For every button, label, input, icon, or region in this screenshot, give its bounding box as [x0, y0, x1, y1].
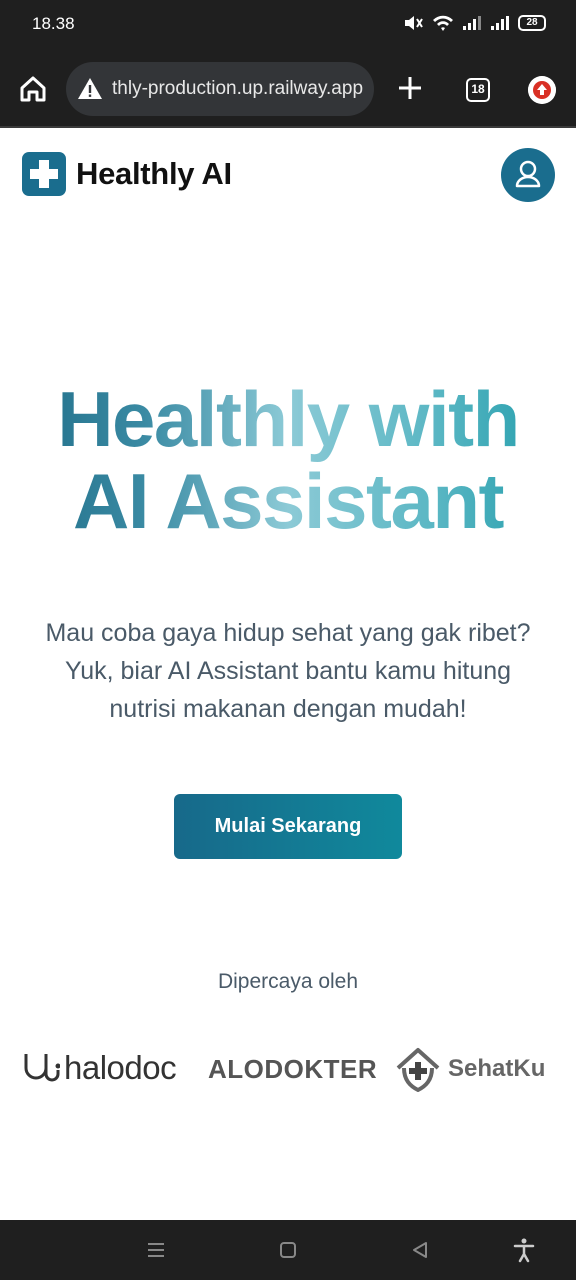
plus-icon[interactable] [394, 72, 426, 104]
update-icon[interactable] [528, 76, 556, 104]
logo[interactable] [22, 152, 66, 196]
hero-subtitle: Mau coba gaya hidup sehat yang gak ribet… [45, 619, 531, 723]
partner-sehatku: SehatKu [394, 1046, 545, 1092]
house-cross-icon [396, 1048, 440, 1092]
trusted-label: Dipercaya oleh [217, 970, 359, 993]
hero-title-line1: Healthly with [57, 375, 519, 463]
accessibility-icon[interactable] [510, 1236, 538, 1264]
partner-logos: halodoc ALODOKTER SehatKu [0, 1040, 576, 1100]
stethoscope-icon [24, 1054, 60, 1082]
brand-name[interactable]: Healthly AI [76, 156, 232, 192]
address-bar[interactable]: thly-production.up.railway.app [66, 62, 374, 116]
user-icon [515, 160, 541, 188]
home-icon[interactable] [16, 72, 50, 106]
status-icons: 28 [402, 14, 546, 32]
browser-toolbar: thly-production.up.railway.app 18 [0, 50, 576, 128]
profile-button[interactable] [501, 148, 555, 202]
hero-title-line2: AI Assistant [73, 457, 503, 545]
mute-icon [405, 16, 423, 30]
back-icon[interactable] [406, 1236, 434, 1264]
menu-icon[interactable] [142, 1236, 170, 1264]
url-text[interactable]: thly-production.up.railway.app [112, 78, 363, 100]
partner-halodoc: halodoc [20, 1048, 177, 1088]
partner-sehatku-name: SehatKu [448, 1055, 546, 1082]
tabs-icon[interactable]: 18 [466, 78, 490, 102]
home-square-icon[interactable] [274, 1236, 302, 1264]
hero-title: Healthly with AI Assistant [0, 378, 576, 542]
start-button[interactable]: Mulai Sekarang [174, 794, 402, 859]
partner-alodokter: ALODOKTER [208, 1054, 378, 1084]
wifi-icon [433, 15, 453, 31]
partner-halodoc-name: halodoc [64, 1049, 177, 1086]
battery-icon: 28 [518, 15, 546, 31]
status-bar: 18.38 28 [0, 0, 576, 50]
medical-cross-icon [30, 160, 58, 188]
system-nav-bar [0, 1220, 576, 1280]
status-time: 18.38 [32, 14, 75, 33]
app-header: Healthly AI [0, 130, 576, 222]
signal-icon [491, 16, 509, 30]
signal-icon [463, 16, 481, 30]
warning-icon[interactable] [76, 75, 104, 103]
